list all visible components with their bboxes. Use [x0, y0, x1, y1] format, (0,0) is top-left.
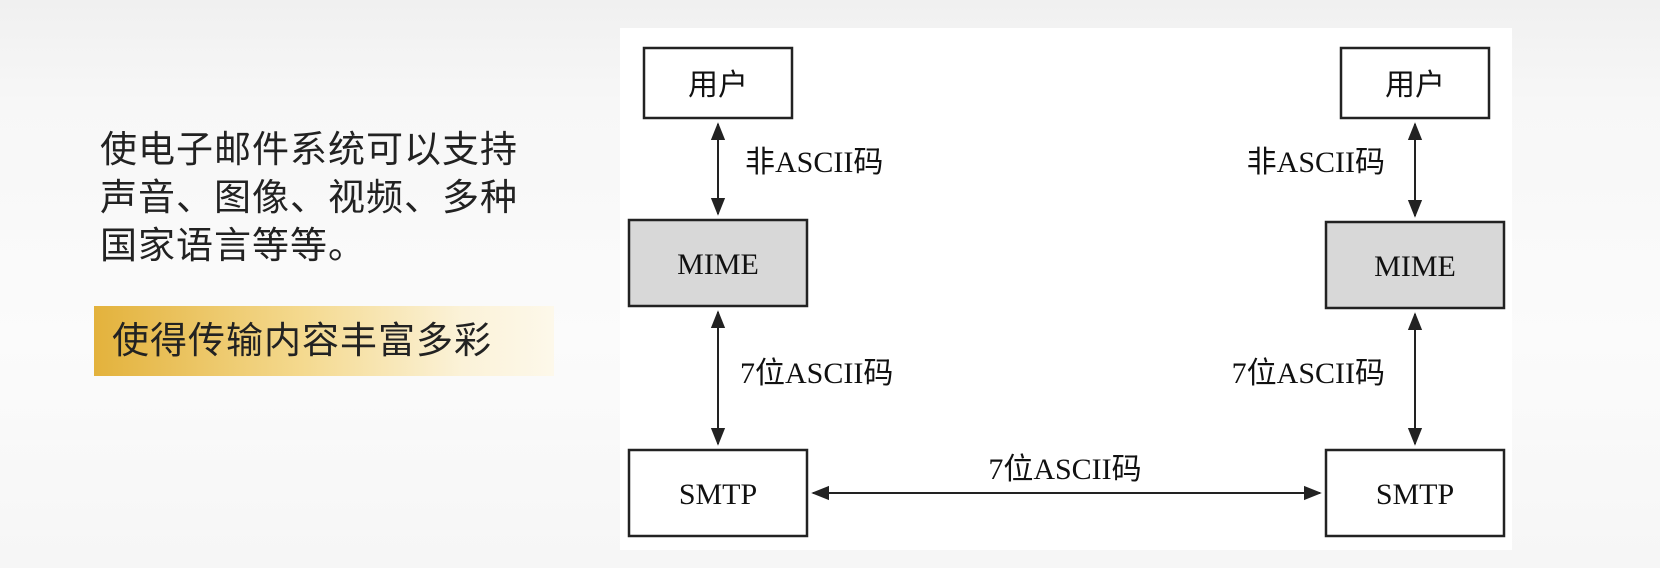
smtp-link-label: 7位ASCII码	[988, 453, 1141, 486]
right-smtp-label: SMTP	[1376, 478, 1454, 511]
right-user-mime-label: 非ASCII码	[1247, 146, 1385, 179]
mime-smtp-diagram: 用户 MIME SMTP 非ASCII码 7位ASCII码 用户 MIME SM…	[627, 46, 1506, 538]
left-mime-label: MIME	[677, 248, 759, 281]
right-mime-smtp-label: 7位ASCII码	[1232, 357, 1385, 390]
left-smtp-label: SMTP	[679, 478, 757, 511]
right-user-label: 用户	[1385, 69, 1445, 102]
left-mime-smtp-label: 7位ASCII码	[740, 357, 893, 390]
left-user-mime-label: 非ASCII码	[745, 146, 883, 179]
right-mime-label: MIME	[1374, 250, 1456, 283]
left-user-label: 用户	[688, 69, 748, 102]
